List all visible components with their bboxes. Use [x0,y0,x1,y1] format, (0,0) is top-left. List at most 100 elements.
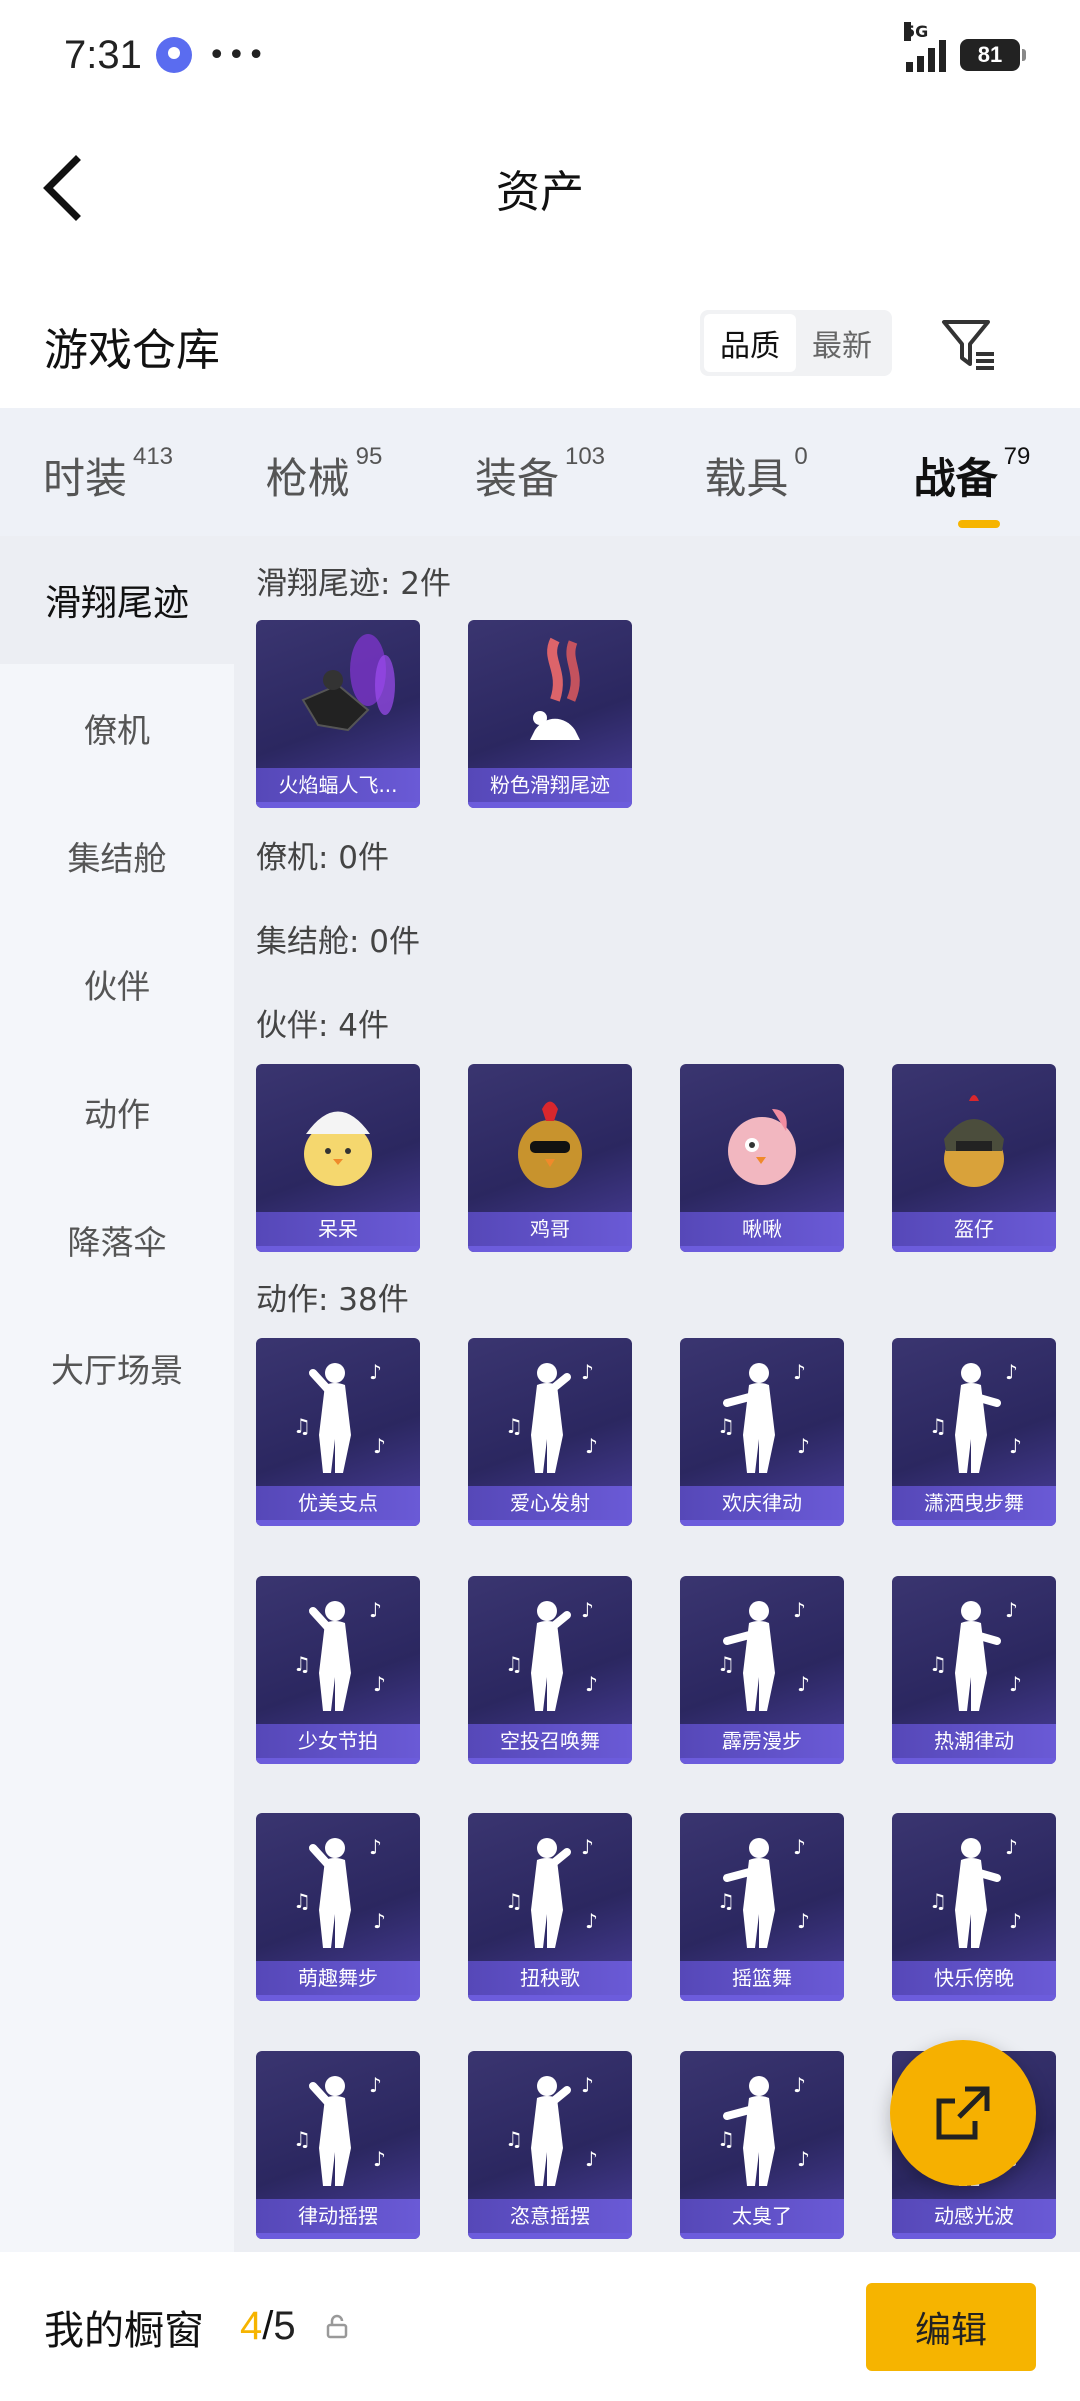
emote-figure: ♪ ♫ ♪ [680,1338,844,1488]
svg-text:♫: ♫ [293,1414,311,1438]
tab-fashion[interactable]: 时装 413 [0,439,216,506]
item-card[interactable]: 盔仔 [892,1064,1056,1252]
sort-toggle: 品质 最新 [700,310,892,376]
item-card[interactable]: ♪ ♫ ♪ 快乐傍晚 [892,1813,1056,2001]
tab-count: 103 [564,442,606,470]
item-card[interactable]: 啾啾 [680,1064,844,1252]
svg-text:♪: ♪ [369,1360,382,1384]
item-name: 火焰蝠人飞... [256,768,420,802]
emote-figure: ♪ ♫ ♪ [680,1576,844,1726]
side-item-emotes[interactable]: 动作 [0,1048,234,1176]
share-button[interactable] [890,2040,1036,2186]
item-name: 呆呆 [256,1212,420,1246]
status-bar: 7:31 ••• 5G 81 [0,0,1080,110]
showcase-label: 我的橱窗 [44,2307,204,2354]
svg-text:♪: ♪ [585,1672,598,1696]
lock-icon [326,2314,347,2338]
item-name: 少女节拍 [256,1724,420,1758]
emote-figure: ♪ ♫ ♪ [256,1338,420,1488]
item-name: 盔仔 [892,1212,1056,1246]
item-panel: 滑翔尾迹: 2件 火焰蝠人飞... 粉色滑翔尾迹 僚机: 0件 集结舱: 0件 … [234,536,1080,2252]
item-name: 太臭了 [680,2199,844,2233]
side-item-assembly-pod[interactable]: 集结舱 [0,792,234,920]
section-title-emotes: 动作: 38件 [256,1282,409,1318]
item-card[interactable]: ♪ ♫ ♪ 少女节拍 [256,1576,420,1764]
showcase-current: 4 [240,2304,263,2348]
side-item-parachute[interactable]: 降落伞 [0,1176,234,1304]
item-name: 霹雳漫步 [680,1724,844,1758]
tab-label: 载具 [704,453,789,503]
svg-text:♪: ♪ [793,1360,806,1384]
side-item-lobby-scene[interactable]: 大厅场景 [0,1304,234,1432]
side-item-glide-trails[interactable]: 滑翔尾迹 [0,536,234,664]
svg-text:♪: ♪ [797,1434,810,1458]
item-card[interactable]: ♪ ♫ ♪ 欢庆律动 [680,1338,844,1526]
item-card[interactable]: ♪ ♫ ♪ 律动摇摆 [256,2051,420,2239]
item-card[interactable]: ♪ ♫ ♪ 潇洒曳步舞 [892,1338,1056,1526]
showcase-count: 4/5 [240,2304,296,2349]
emote-figure: ♪ ♫ ♪ [256,2051,420,2201]
svg-text:♪: ♪ [581,1835,594,1859]
tab-vehicles[interactable]: 载具 0 [648,439,864,506]
showcase-total: 5 [273,2304,296,2348]
tab-weapons[interactable]: 枪械 95 [216,439,432,506]
svg-text:♪: ♪ [585,2147,598,2171]
item-card[interactable]: ♪ ♫ ♪ 萌趣舞步 [256,1813,420,2001]
emote-figure: ♪ ♫ ♪ [256,1576,420,1726]
svg-text:♫: ♫ [717,1889,735,1913]
item-card[interactable]: ♪ ♫ ♪ 爱心发射 [468,1338,632,1526]
item-card[interactable]: ♪ ♫ ♪ 扭秧歌 [468,1813,632,2001]
side-item-partners[interactable]: 伙伴 [0,920,234,1048]
sort-by-quality[interactable]: 品质 [704,314,796,372]
warehouse-row: 游戏仓库 品质 最新 [0,290,1080,400]
edit-button[interactable]: 编辑 [866,2282,1036,2371]
tab-battle-gear[interactable]: 战备 79 [864,439,1080,506]
side-nav: 滑翔尾迹 僚机 集结舱 伙伴 动作 降落伞 大厅场景 [0,536,234,2252]
item-name: 动感光波 [892,2199,1056,2233]
tab-count: 413 [132,442,174,470]
svg-text:♪: ♪ [793,1598,806,1622]
tab-equipment[interactable]: 装备 103 [432,439,648,506]
item-card[interactable]: 火焰蝠人飞... [256,620,420,808]
content-area: 滑翔尾迹 僚机 集结舱 伙伴 动作 降落伞 大厅场景 滑翔尾迹: 2件 火焰蝠人… [0,536,1080,2252]
svg-text:♪: ♪ [369,2073,382,2097]
item-card[interactable]: ♪ ♫ ♪ 优美支点 [256,1338,420,1526]
emote-figure: ♪ ♫ ♪ [468,1813,632,1963]
app-notification-icon [155,37,192,73]
svg-text:♪: ♪ [581,1598,594,1622]
svg-text:♪: ♪ [1009,1434,1022,1458]
item-art [256,620,420,770]
network-type: 5G [904,22,929,41]
item-card[interactable]: 粉色滑翔尾迹 [468,620,632,808]
item-card[interactable]: ♪ ♫ ♪ 霹雳漫步 [680,1576,844,1764]
svg-text:♫: ♫ [293,1889,311,1913]
sort-by-newest[interactable]: 最新 [796,314,888,372]
item-card[interactable]: ♪ ♫ ♪ 空投召唤舞 [468,1576,632,1764]
emote-figure: ♪ ♫ ♪ [892,1338,1056,1488]
item-art [468,1064,632,1214]
svg-text:♪: ♪ [1009,1672,1022,1696]
item-card[interactable]: ♪ ♫ ♪ 热潮律动 [892,1576,1056,1764]
emote-figure: ♪ ♫ ♪ [256,1813,420,1963]
svg-text:♪: ♪ [793,1835,806,1859]
svg-text:♪: ♪ [1005,1360,1018,1384]
svg-text:♪: ♪ [581,1360,594,1384]
item-card[interactable]: ♪ ♫ ♪ 摇篮舞 [680,1813,844,2001]
item-card[interactable]: ♪ ♫ ♪ 太臭了 [680,2051,844,2239]
svg-text:♫: ♫ [717,1414,735,1438]
svg-text:♪: ♪ [797,1672,810,1696]
item-card[interactable]: 鸡哥 [468,1064,632,1252]
filter-button[interactable] [938,314,998,374]
item-name: 粉色滑翔尾迹 [468,768,632,802]
item-card[interactable]: 呆呆 [256,1064,420,1252]
battery-level: 81 [977,42,1003,67]
emote-figure: ♪ ♫ ♪ [468,1338,632,1488]
svg-text:♫: ♫ [929,1414,947,1438]
side-item-wingman[interactable]: 僚机 [0,664,234,792]
item-card[interactable]: ♪ ♫ ♪ 恣意摇摆 [468,2051,632,2239]
item-art [256,1064,420,1214]
warehouse-title: 游戏仓库 [44,325,220,376]
emote-figure: ♪ ♫ ♪ [468,1576,632,1726]
item-art [468,620,632,770]
svg-text:♫: ♫ [293,1652,311,1676]
